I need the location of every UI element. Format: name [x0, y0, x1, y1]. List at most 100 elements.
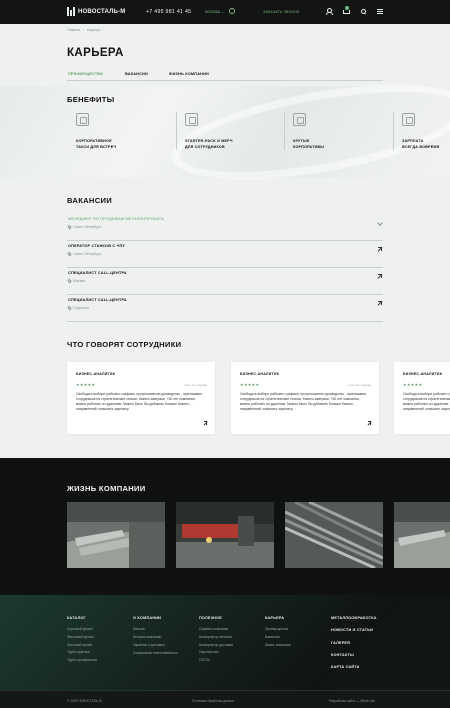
vacancy-name[interactable]: СПЕЦИАЛИСТ CALL-ЦЕНТРА [68, 271, 127, 275]
tab-vacancies[interactable]: ВАКАНСИИ [125, 72, 148, 76]
vacancy-name[interactable]: ОПЕРАТОР СТАНКОВ С ЧПУ [68, 244, 125, 248]
location-pin-icon [67, 305, 72, 311]
breadcrumb-home[interactable]: Главная [67, 28, 80, 32]
site-logo[interactable]: НОВОСТАЛЬ-М [67, 7, 125, 16]
benefit-item: STARTER-PACK И МЕРЧ ДЛЯ СОТРУДНИКОВ [176, 113, 281, 158]
footer-main-link[interactable]: ГАЛЕРЕЯ [331, 637, 377, 649]
gallery-photo[interactable] [394, 502, 450, 568]
review-text: Свобода в выборе рабочего графика, прогр… [240, 392, 367, 411]
footer-link[interactable]: Гарантии и доставки [133, 642, 191, 650]
cart-badge [345, 6, 349, 10]
tab-company-life[interactable]: ЖИЗНЬ КОМПАНИИ [169, 72, 209, 76]
footer-bottom-bar: © 2023 НОВОСТАЛЬ-М Политика обработки да… [0, 690, 450, 708]
footer-link[interactable]: Жизнь компании [265, 642, 291, 650]
footer-company-column: О КОМПАНИИ Миссия История компании Гаран… [133, 616, 191, 655]
location-pin-icon [67, 278, 72, 284]
benefit-item: КРУТЫЕ КОРПОРАТИВЫ [284, 113, 389, 158]
callback-button[interactable]: ЗАКАЗАТЬ ЗВОНОК [263, 10, 300, 14]
arrow-up-right-icon[interactable] [203, 421, 207, 425]
benefit-label: КРУТЫЕ КОРПОРАТИВЫ [293, 139, 325, 149]
arrow-up-right-icon[interactable] [377, 301, 382, 306]
tab-advantages[interactable]: ПРЕИМУЩЕСТВА [68, 72, 103, 76]
steel-rods-image [285, 502, 383, 568]
review-card[interactable]: БИЗНЕС-АНАЛИТИК ★★★★★ пять лет подряд Св… [67, 362, 215, 434]
wallet-icon [402, 113, 415, 126]
benefit-item: КОРПОРАТИВНОЕ ТАКСИ ДЛЯ ВСТРЕЧ [67, 113, 172, 158]
privacy-link[interactable]: Политика обработки данных [192, 699, 234, 703]
review-date: пять лет подряд [348, 383, 371, 387]
cnc-machine-image [176, 502, 274, 568]
header-phone[interactable]: +7 495 981 41 45 [146, 9, 191, 15]
page-title: КАРЬЕРА [67, 47, 124, 59]
vacancy-name[interactable]: СПЕЦИАЛИСТ CALL-ЦЕНТРА [68, 298, 127, 302]
footer-main-link[interactable]: НОВОСТИ И СТАТЬИ [331, 624, 377, 636]
user-icon[interactable] [325, 8, 333, 15]
footer-link[interactable]: Социальная ответственность [133, 651, 191, 656]
footer-link[interactable]: Калькулятор доставки [199, 642, 233, 650]
footer-main-link[interactable]: КАРТА САЙТА [331, 661, 377, 673]
menu-icon[interactable] [377, 8, 383, 14]
company-life-title: ЖИЗНЬ КОМПАНИИ [67, 484, 146, 493]
footer-link[interactable]: ГОСТы [199, 657, 233, 665]
page-tabs: ПРЕИМУЩЕСТВА ВАКАНСИИ ЖИЗНЬ КОМПАНИИ [67, 72, 383, 81]
benefit-label: КОРПОРАТИВНОЕ ТАКСИ ДЛЯ ВСТРЕЧ [76, 139, 117, 149]
copyright: © 2023 НОВОСТАЛЬ-М [67, 699, 102, 703]
warehouse-sheets-image [394, 502, 450, 568]
reviews-title: ЧТО ГОВОРЯТ СОТРУДНИКИ [67, 340, 182, 349]
developer-link[interactable]: Разработка сайта — Hitech.site [329, 699, 375, 703]
arrow-up-right-icon[interactable] [377, 247, 382, 252]
vacancy-city: Санкт-Петербург [73, 252, 102, 256]
review-card[interactable]: БИЗНЕС-АНАЛИТИК ★★★★★ пять лет подряд Св… [231, 362, 379, 434]
vacancy-row[interactable]: СПЕЦИАЛИСТ CALL-ЦЕНТРА Подольск [67, 295, 383, 322]
gallery-photo[interactable] [176, 502, 274, 568]
gallery-photo[interactable] [67, 502, 165, 568]
review-stars: ★★★★★ [403, 382, 423, 387]
party-icon [293, 113, 306, 126]
arrow-up-right-icon[interactable] [367, 421, 371, 425]
footer-main-link[interactable]: МЕТАЛЛООБРАБОТКА [331, 612, 377, 624]
footer-link[interactable]: Вакансии [265, 634, 291, 642]
review-card[interactable]: БИЗНЕС-АНАЛИТИК ★★★★★ Свобода в выборе р… [394, 362, 450, 434]
vacancy-name[interactable]: МЕНЕДЖЕР ПО ПРОДАЖАМ МЕТАЛЛОПРОКАТА [68, 217, 164, 221]
footer-heading[interactable]: О КОМПАНИИ [133, 616, 191, 620]
footer-link[interactable]: Листовой прокат [67, 642, 97, 650]
footer-link[interactable]: Фасонный прокат [67, 634, 97, 642]
benefit-label: ЗАРПЛАТА ВСЕГДА ВОВРЕМЯ [402, 139, 440, 149]
footer-link[interactable]: Сервисы компании [199, 626, 233, 634]
footer-link[interactable]: Партнерство [199, 649, 233, 657]
benefit-label: STARTER-PACK И МЕРЧ ДЛЯ СОТРУДНИКОВ [185, 139, 233, 149]
arrow-up-right-icon[interactable] [377, 274, 382, 279]
footer-career-column: КАРЬЕРА Преимущества Вакансии Жизнь комп… [265, 616, 291, 649]
footer-main-link[interactable]: КОНТАКТЫ [331, 649, 377, 661]
footer-link[interactable]: Трубы круглые [67, 649, 97, 657]
gallery-photo[interactable] [285, 502, 383, 568]
vacancy-row[interactable]: МЕНЕДЖЕР ПО ПРОДАЖАМ МЕТАЛЛОПРОКАТА Санк… [67, 214, 383, 241]
breadcrumb-current: Карьера [86, 28, 101, 32]
footer-link[interactable]: Трубы профильные [67, 657, 97, 665]
search-icon[interactable] [360, 8, 367, 15]
review-role: БИЗНЕС-АНАЛИТИК [403, 372, 443, 376]
breadcrumb: Главная / Карьера [67, 28, 100, 32]
footer-heading[interactable]: КАРЬЕРА [265, 616, 291, 620]
warehouse-sheets-image [67, 502, 165, 568]
logo-mark-icon [67, 7, 75, 16]
footer-link[interactable]: Преимущества [265, 626, 291, 634]
footer-link[interactable]: Калькулятор металла [199, 634, 233, 642]
vacancy-row[interactable]: СПЕЦИАЛИСТ CALL-ЦЕНТРА Москва [67, 268, 383, 295]
benefits-title: БЕНЕФИТЫ [67, 95, 115, 104]
vacancy-row[interactable]: ОПЕРАТОР СТАНКОВ С ЧПУ Санкт-Петербург [67, 241, 383, 268]
footer-main-links: МЕТАЛЛООБРАБОТКА НОВОСТИ И СТАТЬИ ГАЛЕРЕ… [331, 612, 377, 673]
city-selector[interactable]: МОСКВА ⌄ [205, 10, 224, 14]
footer-heading[interactable]: КАТАЛОГ [67, 616, 97, 620]
review-stars: ★★★★★ [240, 382, 260, 387]
vacancy-location: Санкт-Петербург [67, 224, 101, 230]
clock-icon[interactable] [229, 8, 235, 14]
footer-link[interactable]: Миссия [133, 626, 191, 634]
footer-catalog-column: КАТАЛОГ Сортовой прокат Фасонный прокат … [67, 616, 97, 665]
footer-link[interactable]: Сортовой прокат [67, 626, 97, 634]
footer-heading[interactable]: ПОЛЕЗНОЕ [199, 616, 233, 620]
vacancy-location: Санкт-Петербург [67, 251, 102, 257]
review-text: Свобода в выборе рабочего графика, прогр… [76, 392, 203, 411]
footer-link[interactable]: История компании [133, 634, 191, 642]
chevron-down-icon[interactable] [377, 220, 382, 225]
